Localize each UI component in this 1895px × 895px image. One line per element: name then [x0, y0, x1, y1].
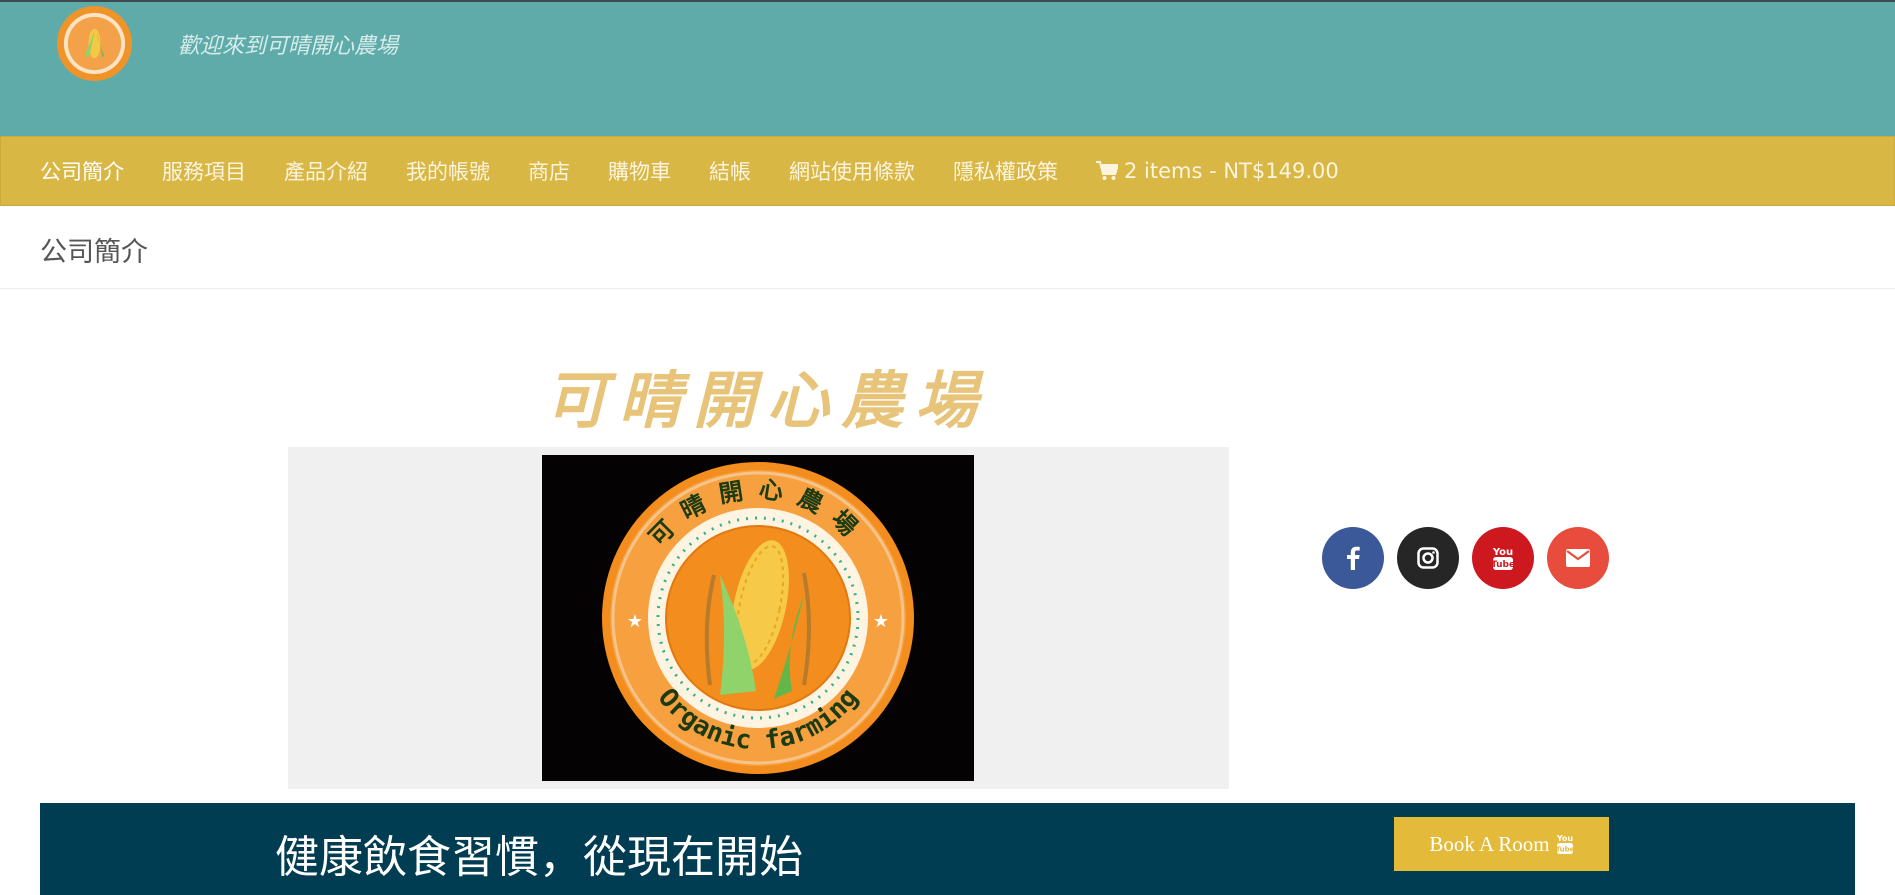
svg-text:You: You: [1492, 547, 1513, 558]
facebook-icon: [1347, 546, 1360, 570]
shopping-cart-icon: [1096, 161, 1118, 180]
instagram-button[interactable]: [1397, 527, 1459, 589]
nav-item-my-account[interactable]: 我的帳號: [406, 156, 490, 186]
corn-emblem-icon: ★ ★ 可晴開心農場 Organic farming: [602, 462, 914, 774]
nav-cart-summary[interactable]: 2 items - NT$149.00: [1096, 159, 1339, 183]
book-a-room-button[interactable]: Book A Room You Tube: [1394, 817, 1609, 871]
site-header: 歡迎來到可晴開心農場: [0, 0, 1895, 136]
svg-text:Tube: Tube: [1556, 846, 1574, 854]
farm-heading: 可晴開心農場: [545, 364, 990, 437]
email-button[interactable]: [1547, 527, 1609, 589]
facebook-button[interactable]: [1322, 527, 1384, 589]
social-links: You Tube: [1322, 527, 1609, 589]
envelope-icon: [1566, 549, 1590, 567]
nav-item-about[interactable]: 公司簡介: [40, 156, 124, 186]
nav-item-privacy[interactable]: 隱私權政策: [953, 156, 1058, 186]
nav-item-products[interactable]: 產品介紹: [284, 156, 368, 186]
svg-text:Tube: Tube: [1492, 560, 1514, 570]
nav-item-cart[interactable]: 購物車: [608, 156, 671, 186]
cta-text: 健康飲食習慣，從現在開始: [275, 832, 803, 883]
svg-text:★: ★: [627, 611, 643, 632]
nav-item-shop[interactable]: 商店: [528, 156, 570, 186]
image-panel: ★ ★ 可晴開心農場 Organic farming: [288, 447, 1229, 789]
cta-banner: 健康飲食習慣，從現在開始 Book A Room You Tube: [40, 803, 1855, 895]
nav-item-checkout[interactable]: 結帳: [709, 156, 751, 186]
youtube-button[interactable]: You Tube: [1472, 527, 1534, 589]
svg-text:★: ★: [873, 611, 889, 632]
nav-item-terms[interactable]: 網站使用條款: [789, 156, 915, 186]
farm-logo-icon[interactable]: [55, 4, 134, 83]
youtube-icon: You Tube: [1492, 547, 1514, 570]
nav-item-services[interactable]: 服務項目: [162, 156, 246, 186]
page-title-bar: 公司簡介: [0, 206, 1895, 289]
main-nav: 公司簡介 服務項目 產品介紹 我的帳號 商店 購物車 結帳 網站使用條款 隱私權…: [0, 136, 1895, 206]
book-a-room-label: Book A Room: [1429, 831, 1550, 856]
svg-text:You: You: [1556, 834, 1573, 843]
cart-summary-label: 2 items - NT$149.00: [1124, 159, 1339, 183]
page-title: 公司簡介: [40, 237, 148, 268]
site-tagline: 歡迎來到可晴開心農場: [178, 34, 399, 59]
youtube-icon: You Tube: [1556, 834, 1574, 854]
farm-logo-image: ★ ★ 可晴開心農場 Organic farming: [542, 455, 974, 781]
instagram-icon: [1417, 547, 1439, 569]
